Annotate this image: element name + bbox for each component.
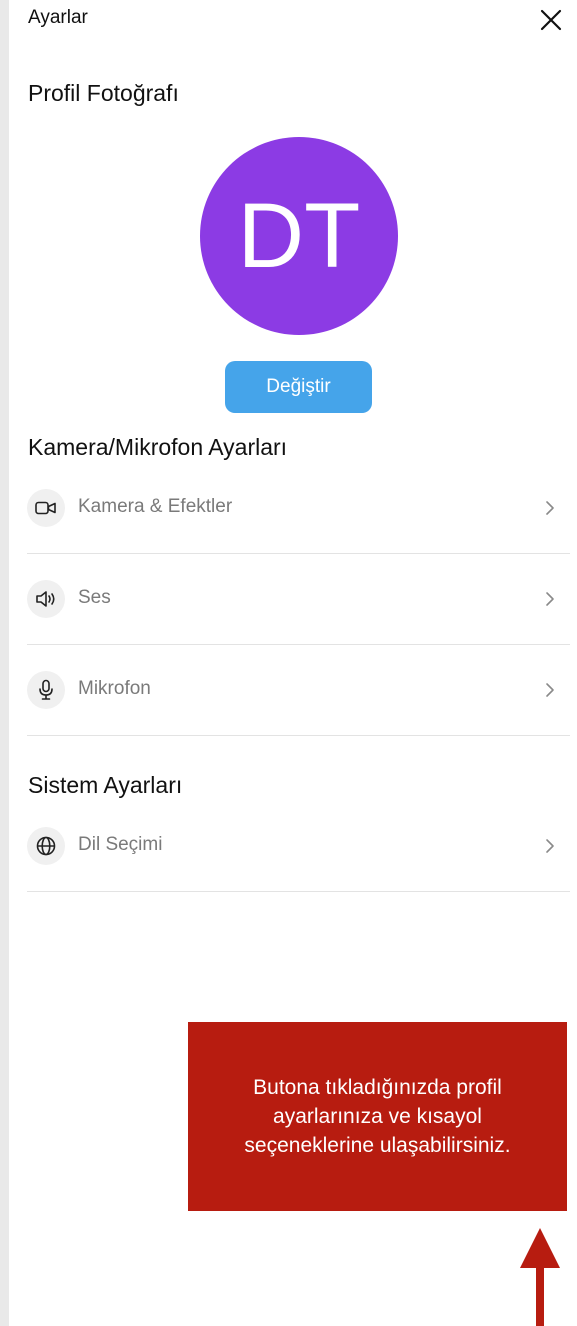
camera-icon-badge bbox=[27, 489, 65, 527]
profile-section-title: Profil Fotoğrafı bbox=[28, 80, 179, 106]
system-section-title: Sistem Ayarları bbox=[28, 772, 183, 798]
callout-text: Butona tıkladığınızda profil ayarlarınız… bbox=[244, 1076, 511, 1157]
tutorial-callout: Butona tıkladığınızda profil ayarlarınız… bbox=[188, 1022, 567, 1211]
settings-item-camera-effects[interactable]: Kamera & Efektler bbox=[27, 462, 570, 554]
avatar-initials: DT bbox=[237, 184, 361, 287]
settings-item-sound[interactable]: Ses bbox=[27, 553, 570, 645]
chevron-right-icon bbox=[546, 501, 554, 515]
settings-item-language[interactable]: Dil Seçimi bbox=[27, 800, 570, 892]
globe-icon-badge bbox=[27, 827, 65, 865]
settings-item-microphone[interactable]: Mikrofon bbox=[27, 644, 570, 736]
chevron-right-icon bbox=[546, 683, 554, 697]
microphone-icon bbox=[39, 679, 53, 700]
left-edge-strip bbox=[0, 0, 9, 1326]
video-camera-icon bbox=[35, 501, 56, 515]
settings-item-label: Kamera & Efektler bbox=[78, 496, 233, 517]
chevron-right-icon bbox=[546, 592, 554, 606]
microphone-icon-badge bbox=[27, 671, 65, 709]
avatar: DT bbox=[200, 137, 398, 335]
close-button[interactable] bbox=[535, 4, 567, 36]
chevron-right-icon bbox=[546, 839, 554, 853]
change-photo-button[interactable]: Değiştir bbox=[225, 361, 372, 413]
settings-item-label: Ses bbox=[78, 587, 111, 608]
camera-mic-section-title: Kamera/Mikrofon Ayarları bbox=[28, 434, 288, 460]
speaker-icon bbox=[36, 591, 55, 607]
settings-item-label: Dil Seçimi bbox=[78, 834, 163, 855]
close-icon bbox=[540, 9, 562, 31]
arrow-up-icon bbox=[520, 1228, 560, 1326]
panel-title: Ayarlar bbox=[28, 7, 88, 28]
speaker-icon-badge bbox=[27, 580, 65, 618]
globe-icon bbox=[36, 836, 56, 856]
settings-item-label: Mikrofon bbox=[78, 678, 151, 699]
